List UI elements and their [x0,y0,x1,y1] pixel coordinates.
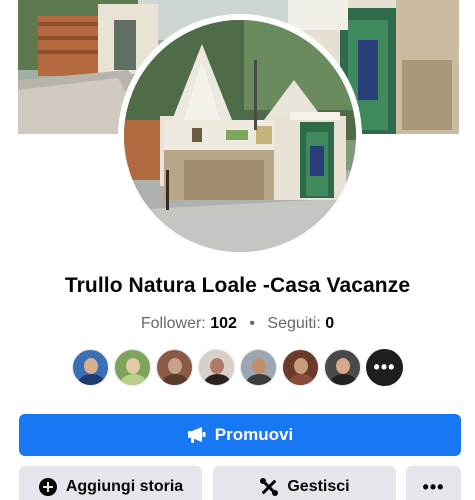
follower-avatar[interactable] [324,349,361,386]
megaphone-icon [187,426,207,444]
following-label: Seguiti: [267,315,321,332]
follower-avatar[interactable] [198,349,235,386]
more-horizontal-icon: ••• [373,357,396,377]
profile-stats: Follower: 102 • Seguiti: 0 [0,315,475,333]
promote-button[interactable]: Promuovi [19,414,461,456]
add-story-label: Aggiungi storia [65,478,184,495]
tools-icon [259,477,279,497]
plus-circle-icon [38,477,58,497]
followers-label: Follower: [140,315,206,332]
follower-avatar[interactable] [72,349,109,386]
follower-avatar[interactable] [282,349,319,386]
profile-picture[interactable] [118,14,362,258]
follower-avatars: ••• [0,349,475,387]
follower-avatar[interactable] [240,349,277,386]
stats-separator: • [249,315,255,332]
follower-avatar[interactable] [156,349,193,386]
more-followers-button[interactable]: ••• [366,349,403,386]
more-horizontal-icon: ••• [422,476,445,497]
follower-avatar[interactable] [114,349,151,386]
manage-label: Gestisci [287,478,350,495]
promote-label: Promuovi [214,425,294,444]
followers-count[interactable]: 102 [210,315,237,332]
more-options-button[interactable]: ••• [406,466,461,500]
add-story-button[interactable]: Aggiungi storia [19,466,202,500]
page-title: Trullo Natura Loale -Casa Vacanze [64,274,411,297]
manage-button[interactable]: Gestisci [213,466,396,500]
following-count[interactable]: 0 [325,315,334,332]
